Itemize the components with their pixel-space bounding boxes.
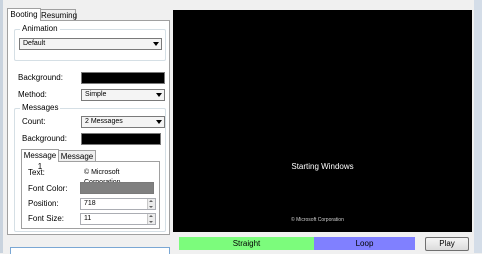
- method-select[interactable]: Simple: [81, 89, 165, 101]
- tab-message-1[interactable]: Message 1: [21, 149, 59, 171]
- count-select-value: 2 Messages: [85, 118, 123, 125]
- straight-label: Straight: [232, 239, 261, 248]
- background-label: Background:: [18, 73, 63, 82]
- animation-legend: Animation: [20, 24, 60, 33]
- loop-label: Loop: [355, 239, 374, 248]
- animation-select-value: Default: [23, 40, 46, 47]
- chevron-down-icon: [156, 93, 162, 97]
- position-label: Position:: [28, 199, 59, 208]
- decrement-icon[interactable]: [147, 219, 155, 224]
- tab-booting[interactable]: Booting: [7, 8, 41, 21]
- decrement-icon[interactable]: [147, 204, 155, 209]
- font-color-label: Font Color:: [28, 184, 68, 193]
- right-window-edge: [474, 0, 482, 253]
- text-label: Text:: [28, 168, 45, 177]
- animation-select[interactable]: Default: [19, 38, 162, 50]
- font-size-stepper[interactable]: 11: [80, 213, 156, 225]
- position-stepper[interactable]: 718: [80, 198, 156, 210]
- settings-panel: Animation Default Background: Method: Si…: [7, 20, 170, 235]
- background-color-swatch[interactable]: [81, 72, 165, 84]
- text-input[interactable]: © Microsoft Corporation: [80, 167, 155, 186]
- method-label: Method:: [18, 90, 47, 99]
- font-color-swatch[interactable]: [80, 182, 154, 194]
- count-label: Count:: [22, 117, 46, 126]
- font-size-label: Font Size:: [28, 214, 65, 223]
- boot-preview: Starting Windows © Microsoft Corporation: [173, 10, 472, 232]
- messages-legend: Messages: [20, 103, 61, 112]
- play-button[interactable]: Play: [425, 237, 469, 251]
- messages-background-label: Background:: [22, 134, 67, 143]
- position-value: 718: [84, 200, 96, 207]
- chevron-down-icon: [153, 42, 159, 46]
- messages-background-swatch[interactable]: [81, 133, 161, 145]
- method-select-value: Simple: [85, 91, 107, 98]
- font-size-value: 11: [84, 215, 92, 222]
- left-window-edge: [0, 0, 3, 253]
- preview-status-text: Starting Windows: [291, 162, 354, 171]
- chevron-down-icon: [156, 120, 162, 124]
- count-select[interactable]: 2 Messages: [81, 116, 165, 128]
- preview-copyright: © Microsoft Corporation: [291, 217, 344, 223]
